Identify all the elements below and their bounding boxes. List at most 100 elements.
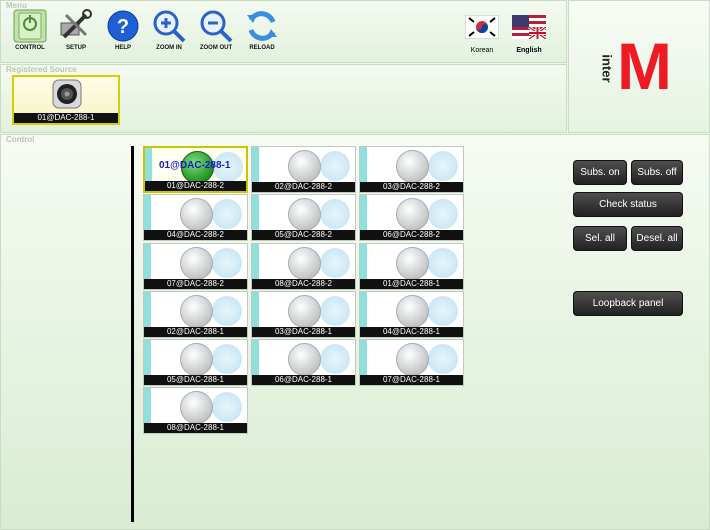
- destination-tile[interactable]: 07@DAC-288-2: [143, 242, 248, 290]
- destination-tile[interactable]: 01@DAC-288-1: [359, 242, 464, 290]
- tile-color-strip: [252, 147, 259, 184]
- status-orb-icon: [180, 246, 213, 280]
- destination-label: 01@DAC-288-1: [360, 278, 463, 289]
- status-orb-icon: [180, 343, 213, 377]
- setup-tools-icon: [58, 9, 94, 43]
- control-title: Control: [6, 135, 35, 144]
- tile-color-strip: [145, 148, 152, 185]
- destination-tile[interactable]: 05@DAC-288-2: [251, 194, 356, 242]
- status-orb-icon: [288, 246, 321, 280]
- status-orb-icon: [396, 343, 429, 377]
- destination-tile[interactable]: 07@DAC-288-1: [359, 339, 464, 387]
- destination-label: 03@DAC-288-2: [360, 182, 463, 192]
- subs-off-button[interactable]: Subs. off: [631, 160, 683, 185]
- korean-label: Korean: [470, 47, 494, 54]
- destination-label: 06@DAC-288-1: [252, 375, 355, 386]
- loopback-panel-button[interactable]: Loopback panel: [573, 291, 683, 316]
- setup-label: SETUP: [65, 45, 86, 51]
- destination-label: 04@DAC-288-1: [360, 326, 463, 337]
- status-orb-icon: [288, 294, 321, 328]
- deselect-all-button[interactable]: Desel. all: [631, 226, 683, 251]
- tile-color-strip: [144, 243, 151, 281]
- tile-color-strip: [252, 340, 259, 378]
- tile-color-strip: [144, 291, 151, 329]
- reload-label: RELOAD: [249, 45, 275, 51]
- control-divider: [131, 146, 134, 522]
- inter-m-logo: M inter: [599, 31, 677, 101]
- destination-tile[interactable]: 08@DAC-288-1: [143, 387, 248, 435]
- refresh-watermark-icon: [428, 199, 458, 230]
- registered-source-tile[interactable]: 01@DAC-288-1: [12, 75, 120, 125]
- help-button[interactable]: ? HELP: [100, 9, 146, 51]
- zoom-out-button[interactable]: ZOOM OUT: [193, 9, 239, 51]
- refresh-watermark-icon: [320, 295, 350, 326]
- destination-label: 02@DAC-288-2: [252, 182, 355, 192]
- control-button[interactable]: CONTROL: [7, 9, 53, 51]
- language-english[interactable]: English: [509, 15, 549, 54]
- setup-button[interactable]: SETUP: [53, 9, 99, 51]
- english-flag-icon: [512, 15, 547, 41]
- destination-tile[interactable]: 08@DAC-288-2: [251, 242, 356, 290]
- tile-color-strip: [360, 195, 367, 233]
- logo-panel: M inter: [568, 0, 710, 133]
- destination-label: 04@DAC-288-2: [144, 230, 247, 241]
- refresh-watermark-icon: [428, 344, 458, 375]
- tile-color-strip: [360, 243, 367, 281]
- svg-text:?: ?: [117, 16, 129, 38]
- menu-panel: Menu CONTROL SETUP ? HELP ZOOM IN ZOOM O…: [0, 0, 567, 63]
- zoom-in-icon: [151, 9, 187, 43]
- destination-tile[interactable]: 04@DAC-288-1: [359, 290, 464, 338]
- tile-color-strip: [144, 195, 151, 233]
- reload-button[interactable]: RELOAD: [239, 9, 285, 51]
- destination-tile[interactable]: 02@DAC-288-1: [143, 290, 248, 338]
- refresh-watermark-icon: [428, 151, 458, 181]
- destination-grid: 01@DAC-288-1 01@DAC-288-2 02@DAC-288-2 03@D…: [143, 146, 464, 435]
- destination-tile[interactable]: 06@DAC-288-2: [359, 194, 464, 242]
- status-orb-icon: [180, 391, 213, 425]
- destination-tile[interactable]: 04@DAC-288-2: [143, 194, 248, 242]
- destination-label: 01@DAC-288-2: [145, 181, 246, 191]
- destination-label: 08@DAC-288-1: [144, 423, 247, 434]
- tile-color-strip: [144, 340, 151, 378]
- registered-source-title: Registered Source: [6, 65, 77, 74]
- refresh-watermark-icon: [212, 344, 242, 375]
- destination-tile[interactable]: 03@DAC-288-2: [359, 146, 464, 193]
- status-orb-icon: [288, 150, 321, 183]
- refresh-watermark-icon: [212, 295, 242, 326]
- tile-color-strip: [144, 388, 151, 426]
- destination-label: 06@DAC-288-2: [360, 230, 463, 241]
- refresh-watermark-icon: [428, 247, 458, 278]
- refresh-watermark-icon: [212, 392, 242, 423]
- refresh-watermark-icon: [320, 344, 350, 375]
- reload-icon: [244, 9, 280, 43]
- registered-source-label: 01@DAC-288-1: [14, 113, 118, 123]
- status-orb-icon: [180, 294, 213, 328]
- subs-on-button[interactable]: Subs. on: [573, 160, 627, 185]
- refresh-watermark-icon: [428, 295, 458, 326]
- refresh-watermark-icon: [320, 199, 350, 230]
- language-korean[interactable]: Korean: [462, 14, 502, 54]
- help-icon: ?: [105, 9, 141, 43]
- destination-label: 05@DAC-288-1: [144, 375, 247, 386]
- tile-color-strip: [252, 243, 259, 281]
- refresh-watermark-icon: [212, 199, 242, 230]
- status-orb-icon: [396, 246, 429, 280]
- destination-label: 08@DAC-288-2: [252, 278, 355, 289]
- destination-label: 03@DAC-288-1: [252, 326, 355, 337]
- assigned-source-name: 01@DAC-288-1: [159, 160, 231, 171]
- destination-tile[interactable]: 01@DAC-288-1 01@DAC-288-2: [143, 146, 248, 193]
- destination-tile[interactable]: 06@DAC-288-1: [251, 339, 356, 387]
- refresh-watermark-icon: [320, 151, 350, 181]
- destination-tile[interactable]: 03@DAC-288-1: [251, 290, 356, 338]
- destination-tile[interactable]: 05@DAC-288-1: [143, 339, 248, 387]
- select-all-button[interactable]: Sel. all: [573, 226, 627, 251]
- destination-label: 02@DAC-288-1: [144, 326, 247, 337]
- control-panel: Control 01@DAC-288-1 01@DAC-288-2 02@DAC-2…: [0, 134, 710, 530]
- logo-letter: M: [617, 29, 672, 103]
- zoom-in-button[interactable]: ZOOM IN: [146, 9, 192, 51]
- status-orb-icon: [288, 198, 321, 232]
- zoom-out-icon: [198, 9, 234, 43]
- logo-text: inter: [599, 54, 615, 83]
- check-status-button[interactable]: Check status: [573, 192, 683, 217]
- destination-tile[interactable]: 02@DAC-288-2: [251, 146, 356, 193]
